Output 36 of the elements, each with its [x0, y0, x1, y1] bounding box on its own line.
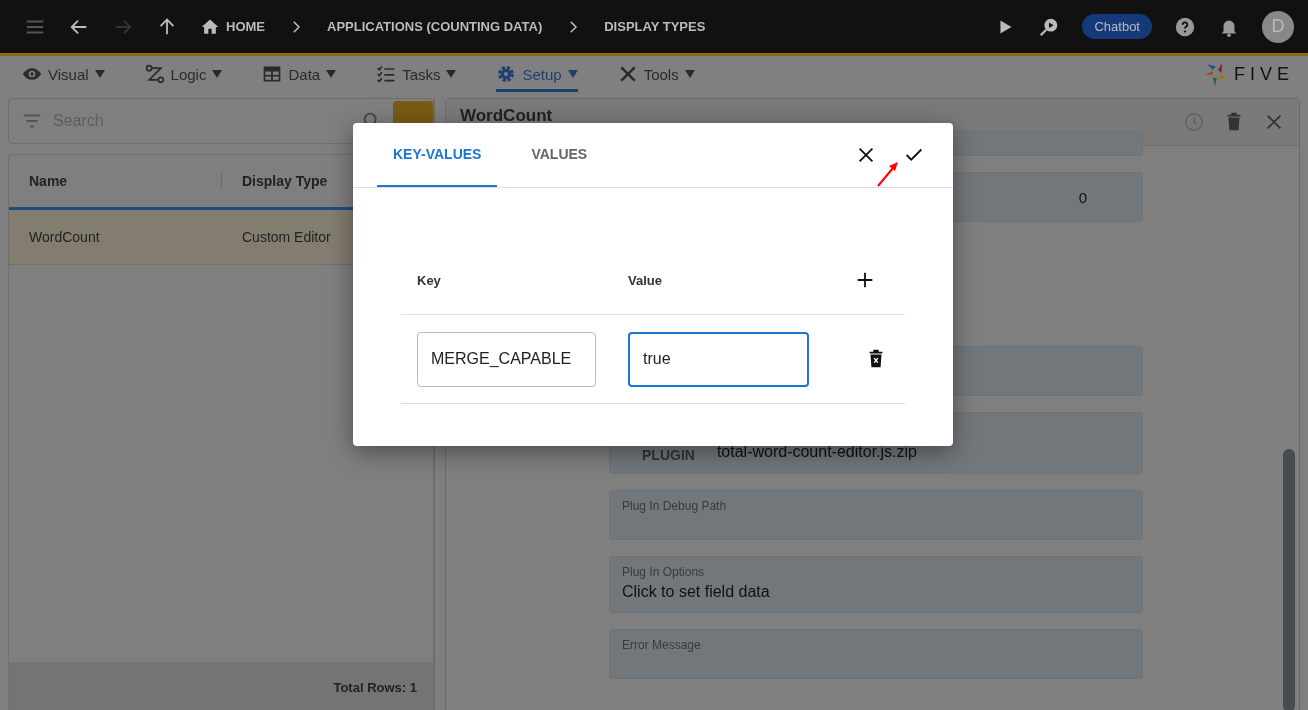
- form-field[interactable]: Plug In Options Click to set field data: [609, 556, 1143, 613]
- breadcrumb-link[interactable]: HOME: [226, 19, 265, 34]
- value-input[interactable]: true: [628, 331, 809, 387]
- caret-icon: [567, 69, 578, 79]
- help-icon[interactable]: [1174, 15, 1196, 38]
- menu-tab[interactable]: Visual: [22, 56, 105, 92]
- menu-tab[interactable]: Tasks: [376, 56, 457, 92]
- record-title: WordCount: [460, 106, 553, 126]
- column-header[interactable]: Display Type: [222, 173, 328, 189]
- dialog-tab[interactable]: KEY-VALUES: [377, 123, 498, 187]
- chatbot-button[interactable]: Chatbot: [1082, 14, 1152, 39]
- column-header: Key: [417, 272, 442, 288]
- menu-tab[interactable]: Logic: [144, 56, 223, 92]
- breadcrumb-link[interactable]: DISPLAY TYPES: [604, 19, 706, 34]
- breadcrumb-link[interactable]: APPLICATIONS (COUNTING DATA): [327, 19, 543, 34]
- table-icon: [262, 64, 283, 84]
- caret-icon: [684, 69, 695, 79]
- menu-tab[interactable]: Tools: [617, 56, 695, 92]
- checklist-icon: [376, 64, 397, 84]
- gear-icon: [496, 64, 517, 84]
- column-header: Value: [628, 272, 663, 288]
- five-logo: FIVE: [1204, 61, 1294, 87]
- row-count: Total Rows: 1: [333, 679, 417, 695]
- form-field[interactable]: Error Message: [609, 629, 1143, 679]
- pointer-arrow: [876, 160, 900, 188]
- form-field[interactable]: Plug In Debug Path: [609, 490, 1143, 540]
- key-input[interactable]: MERGE_CAPABLE: [417, 331, 596, 387]
- scrollbar-thumb[interactable]: [1283, 449, 1295, 710]
- caret-icon: [446, 69, 457, 79]
- caret-icon: [212, 69, 223, 79]
- flow-icon: [144, 64, 165, 84]
- dialog-tab[interactable]: VALUES: [515, 123, 604, 187]
- menu-tab[interactable]: Data: [262, 56, 337, 92]
- caret-icon: [94, 69, 105, 79]
- column-header[interactable]: Name: [9, 173, 222, 189]
- caret-icon: [326, 69, 337, 79]
